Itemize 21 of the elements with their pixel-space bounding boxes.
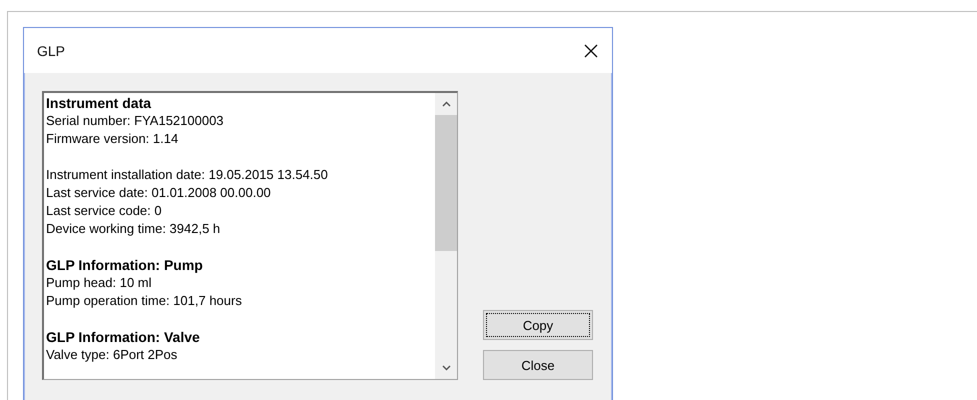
info-line: Serial number: FYA152100003 <box>46 112 225 130</box>
close-icon[interactable] <box>584 44 598 58</box>
info-line: Device working time: 3942,5 h <box>46 220 222 238</box>
vertical-scrollbar[interactable] <box>435 93 457 379</box>
info-line: Last service date: 01.01.2008 00.00.00 <box>46 184 272 202</box>
section-heading: GLP Information: Valve <box>46 328 201 346</box>
section-heading: Instrument data <box>46 94 152 112</box>
scroll-up-icon[interactable] <box>442 101 450 107</box>
window-title: GLP <box>37 42 66 58</box>
info-text-area[interactable] <box>42 91 458 380</box>
copy-button[interactable]: Copy <box>483 310 593 340</box>
info-line: Last service code: 0 <box>46 202 163 220</box>
info-line: Valve type: 6Port 2Pos <box>46 346 178 364</box>
section-heading: GLP Information: Pump <box>46 256 204 274</box>
scroll-down-icon[interactable] <box>442 365 450 371</box>
info-line: Pump operation time: 101,7 hours <box>46 292 243 310</box>
info-line: Firmware version: 1.14 <box>46 130 180 148</box>
info-line: Pump head: 10 ml <box>46 274 153 292</box>
close-button[interactable]: Close <box>483 350 593 380</box>
info-line: Instrument installation date: 19.05.2015 13.54.50 <box>46 166 329 184</box>
scrollbar-thumb[interactable] <box>435 115 457 251</box>
